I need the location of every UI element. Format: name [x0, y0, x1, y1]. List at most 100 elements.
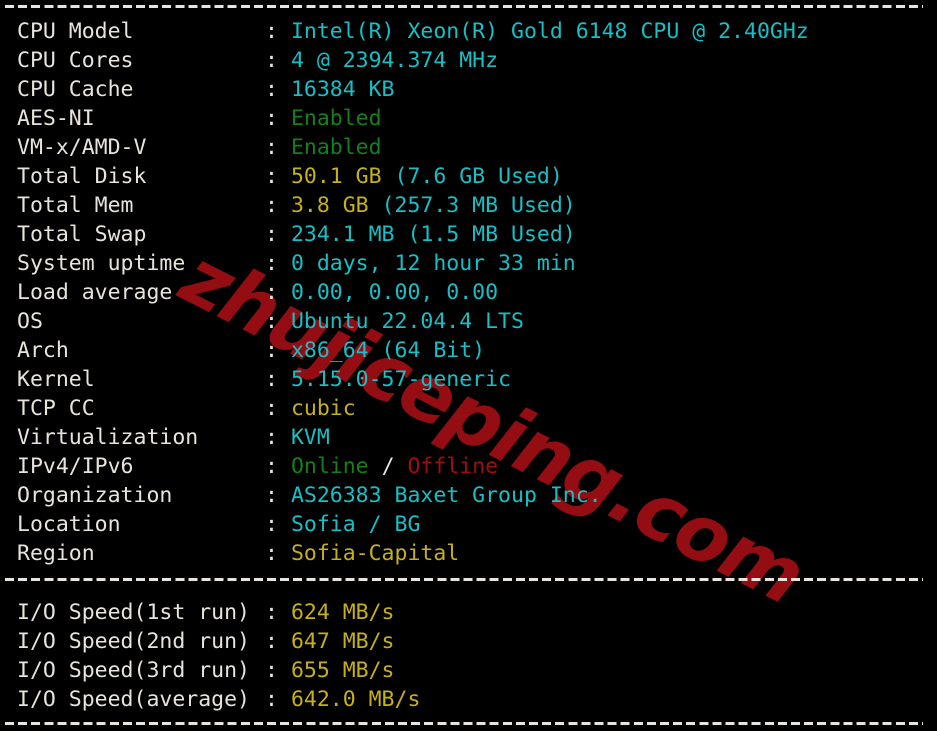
info-row-label: System uptime	[17, 251, 186, 276]
info-row-value: 5.15.0-57-generic	[278, 367, 511, 392]
info-row-value: 16384 KB	[278, 77, 395, 102]
info-row-label: Total Swap	[17, 222, 147, 247]
info-row-separator: :	[265, 454, 278, 479]
info-row-value: AS26383 Baxet Group Inc.	[278, 483, 602, 508]
info-row-value-part: Intel(R) Xeon(R) Gold 6148 CPU @ 2.40GHz	[290, 19, 809, 44]
info-row-value-part: 0 days, 12 hour 33 min	[290, 251, 576, 276]
info-row-label: CPU Cache	[17, 77, 134, 102]
info-row-label: Load average	[17, 280, 173, 305]
info-row-label: I/O Speed(3rd run)	[17, 658, 250, 683]
info-row-value: 624 MB/s	[278, 600, 395, 625]
info-row-value: 3.8 GB (257.3 MB Used)	[278, 193, 576, 218]
info-row-label: IPv4/IPv6	[17, 454, 134, 479]
info-row-value-part: 50.1 GB	[290, 164, 395, 189]
info-row-label: I/O Speed(average)	[17, 687, 250, 712]
info-row: I/O Speed(1st run):624 MB/s	[17, 598, 395, 627]
info-row-label: Kernel	[17, 367, 95, 392]
info-row-separator: :	[265, 541, 278, 566]
info-row: Load average:0.00, 0.00, 0.00	[17, 278, 498, 307]
info-row-separator: :	[265, 222, 278, 247]
info-row-separator: :	[265, 483, 278, 508]
info-row-value-part: 642.0 MB/s	[290, 687, 421, 712]
info-row-label: Total Mem	[17, 193, 134, 218]
info-row-value-part: x86_64 (64 Bit)	[290, 338, 486, 363]
info-row-separator: :	[265, 687, 278, 712]
info-row: Region: Sofia-Capital	[17, 539, 459, 568]
separator-line-middle	[5, 578, 923, 581]
info-row: OS: Ubuntu 22.04.4 LTS	[17, 307, 524, 336]
info-row: Location: Sofia / BG	[17, 510, 420, 539]
info-row-label: CPU Cores	[17, 48, 134, 73]
info-row: Kernel:5.15.0-57-generic	[17, 365, 511, 394]
info-row-value: 655 MB/s	[278, 658, 395, 683]
info-row-value: Enabled	[278, 135, 382, 160]
info-row-separator: :	[265, 512, 278, 537]
info-row-separator: :	[265, 193, 278, 218]
info-row-value: 234.1 MB (1.5 MB Used)	[278, 222, 576, 247]
info-row: AES-NI: Enabled	[17, 104, 382, 133]
info-row-value-part: Sofia-Capital	[290, 541, 460, 566]
info-row-separator: :	[265, 48, 278, 73]
info-row-separator: :	[265, 396, 278, 421]
info-row-value-part: 234.1 MB (1.5 MB Used)	[290, 222, 576, 247]
info-row-label: OS	[17, 309, 43, 334]
info-row: Virtualization: KVM	[17, 423, 330, 452]
info-row-value-part: AS26383 Baxet Group Inc.	[290, 483, 602, 508]
info-row-separator: :	[265, 600, 278, 625]
info-row: CPU Cores:4 @ 2394.374 MHz	[17, 46, 498, 75]
info-row-value-part: 655 MB/s	[290, 658, 395, 683]
info-row: I/O Speed(average):642.0 MB/s	[17, 685, 420, 714]
info-row-value-part: Enabled	[290, 106, 382, 131]
info-row-value-part: Enabled	[290, 135, 382, 160]
info-row-label: I/O Speed(2nd run)	[17, 629, 250, 654]
info-row-value: Ubuntu 22.04.4 LTS	[278, 309, 524, 334]
info-row-label: CPU Model	[17, 19, 134, 44]
info-row-value-part: Online	[290, 454, 369, 479]
info-row: System uptime:0 days, 12 hour 33 min	[17, 249, 576, 278]
info-row-value-part: 5.15.0-57-generic	[290, 367, 512, 392]
info-row-label: Organization	[17, 483, 173, 508]
info-row-value-part: 0.00, 0.00, 0.00	[290, 280, 499, 305]
info-row-separator: :	[265, 106, 278, 131]
separator-line-bottom	[5, 722, 923, 725]
info-row-separator: :	[265, 425, 278, 450]
info-row: Arch: x86_64 (64 Bit)	[17, 336, 485, 365]
info-row-value: 642.0 MB/s	[278, 687, 420, 712]
info-row-value-part: (257.3 MB Used)	[381, 193, 576, 218]
info-row-value: x86_64 (64 Bit)	[278, 338, 485, 363]
info-row-separator: :	[265, 367, 278, 392]
info-row-value: 4 @ 2394.374 MHz	[278, 48, 498, 73]
info-row-value-part: Ubuntu 22.04.4 LTS	[290, 309, 524, 334]
info-row-value-part: 16384 KB	[290, 77, 395, 102]
info-row-value-part: cubic	[290, 396, 356, 421]
info-row-label: VM-x/AMD-V	[17, 135, 147, 160]
info-row-separator: :	[265, 658, 278, 683]
info-row-separator: :	[265, 77, 278, 102]
info-row: Total Disk:50.1 GB (7.6 GB Used)	[17, 162, 563, 191]
info-row-value: 0.00, 0.00, 0.00	[278, 280, 498, 305]
info-row-separator: :	[265, 251, 278, 276]
info-row-value-part: 4 @ 2394.374 MHz	[290, 48, 499, 73]
info-row-value: cubic	[278, 396, 356, 421]
info-row: Total Swap:234.1 MB (1.5 MB Used)	[17, 220, 576, 249]
info-row: I/O Speed(2nd run):647 MB/s	[17, 627, 395, 656]
info-row-label: Arch	[17, 338, 69, 363]
info-row-separator: :	[265, 280, 278, 305]
info-row: Total Mem:3.8 GB (257.3 MB Used)	[17, 191, 576, 220]
info-row: Organization: AS26383 Baxet Group Inc.	[17, 481, 602, 510]
info-row: TCP CC: cubic	[17, 394, 356, 423]
info-row-separator: :	[265, 338, 278, 363]
info-row: VM-x/AMD-V: Enabled	[17, 133, 382, 162]
info-row-value: 50.1 GB (7.6 GB Used)	[278, 164, 563, 189]
info-row-value-part: (7.6 GB Used)	[394, 164, 563, 189]
info-row-value: Enabled	[278, 106, 382, 131]
info-row-separator: :	[265, 164, 278, 189]
info-row-value-part: 624 MB/s	[290, 600, 395, 625]
info-row-value: 0 days, 12 hour 33 min	[278, 251, 576, 276]
info-row-separator: :	[265, 19, 278, 44]
info-row-value-part: Offline	[407, 454, 499, 479]
info-row-value-part: Sofia / BG	[290, 512, 421, 537]
info-row-value: Sofia / BG	[278, 512, 420, 537]
info-row-value-part: /	[368, 454, 408, 479]
info-row-separator: :	[265, 135, 278, 160]
